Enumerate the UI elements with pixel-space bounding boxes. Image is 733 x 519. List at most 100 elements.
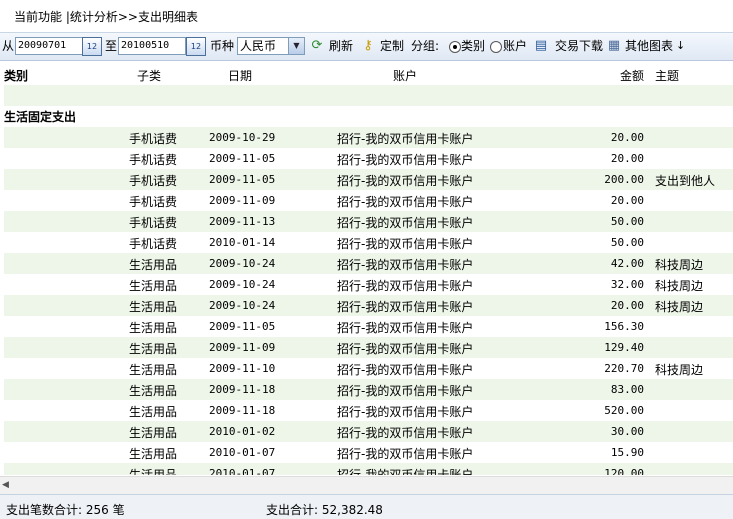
currency-value: 人民币 [240,39,277,53]
table-row[interactable]: 生活用品 2009-10-24 招行-我的双币信用卡账户 科技周边 32.00 [4,274,733,295]
other-charts-button[interactable]: 其他图表 [625,37,673,55]
table-row[interactable]: 生活用品 2009-10-24 招行-我的双币信用卡账户 科技周边 42.00 [4,253,733,274]
cell-account: 招行-我的双币信用卡账户 [337,468,474,475]
group-account-label[interactable]: 账户 [503,37,527,55]
cell-subcategory: 生活用品 [129,405,178,419]
table-row[interactable]: 生活用品 2010-01-07 招行-我的双币信用卡账户 120.00 [4,463,733,475]
cell-date: 2009-11-10 [209,362,276,375]
title-bar: 当前功能 |统计分析>>支出明细表 [0,0,733,33]
status-bar: 支出笔数合计: 256 笔 支出合计: 52,382.48 [0,494,733,519]
cell-amount: 50.00 [610,236,644,249]
cell-topic: 科技周边 [655,279,704,293]
cell-subcategory: 手机话费 [129,237,178,251]
table-row[interactable]: 生活用品 2009-11-09 招行-我的双币信用卡账户 129.40 [4,337,733,358]
header-category[interactable]: 类别 [4,67,28,84]
to-label: 至 [105,39,118,53]
cell-amount: 20.00 [610,131,644,144]
key-icon[interactable]: ⚷ [360,38,376,54]
table-row[interactable]: 手机话费 2009-11-05 招行-我的双币信用卡账户 支出到他人 200.00 [4,169,733,190]
cell-date: 2009-10-24 [209,299,276,312]
cell-subcategory: 生活用品 [129,447,178,461]
cell-amount: 220.70 [604,362,644,375]
table-row[interactable]: 手机话费 2009-11-13 招行-我的双币信用卡账户 50.00 [4,211,733,232]
customize-button[interactable]: 定制 [380,37,404,55]
table-body: 手机话费 2009-10-29 招行-我的双币信用卡账户 20.00 手机话费 2009-… [0,127,733,475]
header-subcategory[interactable]: 子类 [137,67,161,84]
header-amount[interactable]: 金额 [620,67,644,84]
table-header: 类别 子类 日期 账户 金额 主题 [0,61,733,85]
refresh-button[interactable]: 刷新 [329,37,353,55]
cell-account: 招行-我的双币信用卡账户 [337,342,474,356]
cell-subcategory: 生活用品 [129,342,178,356]
to-date-input[interactable]: 20100510 [118,37,186,55]
cell-account: 招行-我的双币信用卡账户 [337,405,474,419]
group-account-radio[interactable] [490,41,502,53]
download-button[interactable]: 交易下载 [555,37,603,55]
table-row[interactable]: 生活用品 2009-11-18 招行-我的双币信用卡账户 83.00 [4,379,733,400]
cell-subcategory: 生活用品 [129,300,178,314]
cell-amount: 129.40 [604,341,644,354]
cell-amount: 83.00 [610,383,644,396]
cell-subcategory: 手机话费 [129,174,178,188]
cell-account: 招行-我的双币信用卡账户 [337,300,474,314]
cell-account: 招行-我的双币信用卡账户 [337,237,474,251]
from-calendar-icon[interactable]: 12 [82,37,102,56]
table-row[interactable]: 生活用品 2009-11-05 招行-我的双币信用卡账户 156.30 [4,316,733,337]
cell-amount: 20.00 [610,152,644,165]
toolbar: 从 20090701 12 至 20100510 12 币种 人民币 ▼ ⟳ 刷… [0,33,733,61]
refresh-icon[interactable]: ⟳ [309,38,325,54]
cell-date: 2010-01-07 [209,467,276,475]
chevron-down-icon: ▼ [288,38,304,54]
horizontal-scrollbar[interactable]: ◀ [0,476,733,494]
header-account[interactable]: 账户 [393,67,417,84]
cell-account: 招行-我的双币信用卡账户 [337,153,474,167]
spacer-band [4,85,733,106]
breadcrumb: 当前功能 |统计分析>>支出明细表 [14,10,198,24]
cell-topic: 支出到他人 [655,174,716,188]
cell-amount: 42.00 [610,257,644,270]
cell-account: 招行-我的双币信用卡账户 [337,132,474,146]
cell-subcategory: 生活用品 [129,384,178,398]
currency-label: 币种 [210,39,235,53]
table-row[interactable]: 生活用品 2010-01-02 招行-我的双币信用卡账户 30.00 [4,421,733,442]
cell-subcategory: 生活用品 [129,468,178,475]
cell-amount: 30.00 [610,425,644,438]
header-date[interactable]: 日期 [228,67,252,84]
cell-account: 招行-我的双币信用卡账户 [337,279,474,293]
cell-date: 2009-10-24 [209,257,276,270]
download-icon[interactable]: ▤ [533,38,549,54]
table-row[interactable]: 手机话费 2010-01-14 招行-我的双币信用卡账户 50.00 [4,232,733,253]
cell-account: 招行-我的双币信用卡账户 [337,258,474,272]
cell-amount: 520.00 [604,404,644,417]
scroll-left-icon[interactable]: ◀ [2,480,9,490]
table-row[interactable]: 手机话费 2009-11-09 招行-我的双币信用卡账户 20.00 [4,190,733,211]
group-category-label[interactable]: 类别 [461,37,485,55]
table-row[interactable]: 手机话费 2009-11-05 招行-我的双币信用卡账户 20.00 [4,148,733,169]
cell-date: 2010-01-07 [209,446,276,459]
cell-subcategory: 生活用品 [129,279,178,293]
to-calendar-icon[interactable]: 12 [186,37,206,56]
from-label: 从 [2,39,15,53]
cell-date: 2009-11-09 [209,341,276,354]
from-date-input[interactable]: 20090701 [15,37,83,55]
cell-amount: 20.00 [610,299,644,312]
cell-subcategory: 生活用品 [129,363,178,377]
table-row[interactable]: 生活用品 2009-11-18 招行-我的双币信用卡账户 520.00 [4,400,733,421]
cell-date: 2010-01-14 [209,236,276,249]
table-row[interactable]: 生活用品 2009-10-24 招行-我的双币信用卡账户 科技周边 20.00 [4,295,733,316]
cell-account: 招行-我的双币信用卡账户 [337,174,474,188]
cell-date: 2009-10-29 [209,131,276,144]
cell-subcategory: 手机话费 [129,216,178,230]
cell-account: 招行-我的双币信用卡账户 [337,321,474,335]
arrow-down-icon[interactable]: ↓ [676,37,685,55]
table-row[interactable]: 生活用品 2010-01-07 招行-我的双币信用卡账户 15.90 [4,442,733,463]
header-topic[interactable]: 主题 [655,67,679,84]
group-label: 分组: [411,39,440,53]
group-category-radio[interactable] [449,41,461,53]
cell-subcategory: 生活用品 [129,321,178,335]
table-row[interactable]: 生活用品 2009-11-10 招行-我的双币信用卡账户 科技周边 220.70 [4,358,733,379]
chart-icon[interactable]: ▦ [606,38,622,54]
table-row[interactable]: 手机话费 2009-10-29 招行-我的双币信用卡账户 20.00 [4,127,733,148]
cell-amount: 32.00 [610,278,644,291]
currency-select[interactable]: 人民币 ▼ [237,37,305,55]
